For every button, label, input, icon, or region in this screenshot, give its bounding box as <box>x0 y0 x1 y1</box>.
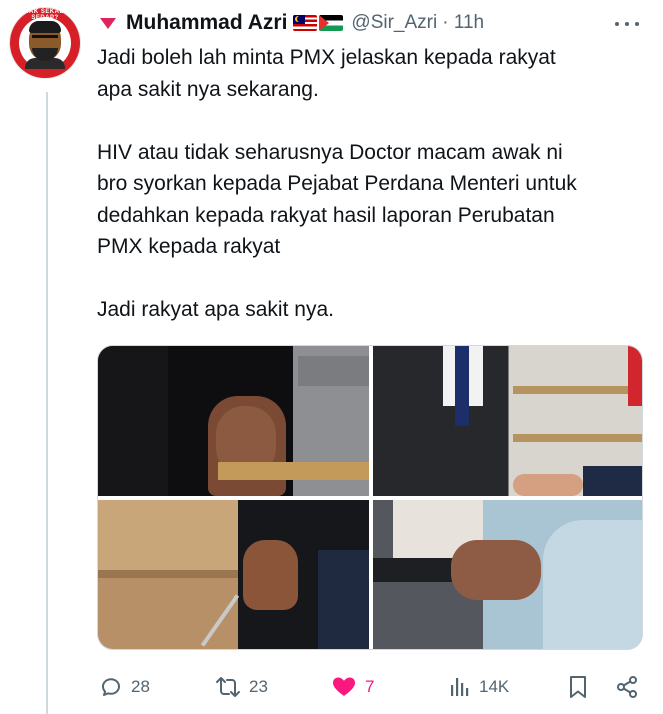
bookmark-icon <box>570 676 586 698</box>
tweet-text: Jadi boleh lah minta PMX jelaskan kepada… <box>97 42 647 326</box>
tweet-header: Muhammad Azri @Sir_Azri · 11h <box>100 6 484 40</box>
text-line: dedahkan kepada rakyat hasil laporan Per… <box>97 203 555 227</box>
media-photo-3[interactable] <box>98 500 369 649</box>
text-line: Jadi boleh lah minta PMX jelaskan kepada… <box>97 46 556 69</box>
thread-line <box>46 92 48 714</box>
view-count: 14K <box>479 677 510 696</box>
repost-count: 23 <box>249 677 268 696</box>
like-count: 7 <box>365 677 375 696</box>
tweet-timestamp[interactable]: · 11h <box>442 12 484 34</box>
views-icon <box>451 678 469 696</box>
avatar-hair <box>29 21 61 33</box>
text-line: PMX kepada rakyat <box>97 235 281 258</box>
repost-button[interactable]: 23 <box>215 672 268 702</box>
tweet-actions: 28 23 7 14K <box>97 672 643 702</box>
media-grid <box>97 345 643 650</box>
avatar-glasses <box>32 35 58 44</box>
share-icon <box>617 676 637 698</box>
reply-count: 28 <box>131 677 150 696</box>
author-handle[interactable]: @Sir_Azri <box>351 12 437 34</box>
text-line: HIV atau tidak seharusnya Doctor macam a… <box>97 140 563 164</box>
media-photo-1[interactable] <box>98 346 369 496</box>
text-line: bro syorkan kepada Pejabat Perdana Mente… <box>97 172 577 195</box>
author-name[interactable]: Muhammad Azri <box>126 11 287 35</box>
media-photo-4[interactable] <box>373 500 642 649</box>
media-photo-2[interactable] <box>373 346 642 496</box>
text-line: Jadi rakyat apa sakit nya. <box>97 298 334 321</box>
reply-icon <box>102 678 120 696</box>
palestine-flag-icon <box>319 15 344 31</box>
avatar-ring-text: NAK SEKALI SEDAP? <box>24 9 66 21</box>
bookmark-button[interactable] <box>567 672 589 702</box>
heart-icon <box>333 677 355 696</box>
views-button[interactable]: 14K <box>449 672 509 702</box>
repost-icon <box>216 677 240 697</box>
text-line: apa sakit nya sekarang. <box>97 77 319 101</box>
malaysia-flag-icon <box>293 15 318 31</box>
reply-button[interactable]: 28 <box>99 672 150 702</box>
like-button[interactable]: 7 <box>331 672 374 702</box>
avatar[interactable]: NAK SEKALI SEDAP? <box>10 8 80 78</box>
more-options-icon[interactable] <box>612 14 642 34</box>
caret-down-icon <box>100 17 116 29</box>
share-button[interactable] <box>615 672 639 702</box>
